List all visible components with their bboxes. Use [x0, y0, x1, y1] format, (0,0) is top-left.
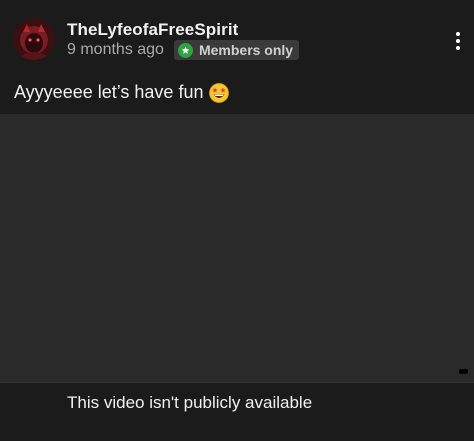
post-meta: 9 months ago Members only [67, 40, 300, 60]
menu-dot [456, 46, 460, 50]
video-progress-indicator [459, 369, 468, 374]
menu-dot [456, 39, 460, 43]
star-struck-emoji-icon [209, 82, 230, 103]
video-unavailable-message: This video isn't publicly available [67, 393, 313, 412]
members-star-icon [177, 42, 193, 58]
post-body: Ayyyeeee let’s have fun [14, 82, 230, 103]
channel-avatar[interactable] [13, 18, 55, 60]
menu-dot [456, 32, 460, 36]
members-only-badge: Members only [173, 40, 300, 60]
post-header: TheLyfeofaFreeSpirit 9 months ago Member… [0, 0, 474, 70]
post-timestamp: 9 months ago [67, 41, 164, 58]
channel-name[interactable]: TheLyfeofaFreeSpirit [67, 20, 238, 40]
video-status-bar: This video isn't publicly available [0, 382, 474, 441]
community-post: TheLyfeofaFreeSpirit 9 months ago Member… [0, 0, 474, 441]
video-placeholder[interactable] [0, 114, 474, 382]
post-text: Ayyyeeee let’s have fun [14, 82, 204, 102]
avatar-image [13, 18, 55, 60]
more-vertical-icon[interactable] [448, 29, 468, 53]
members-only-label: Members only [198, 42, 294, 58]
